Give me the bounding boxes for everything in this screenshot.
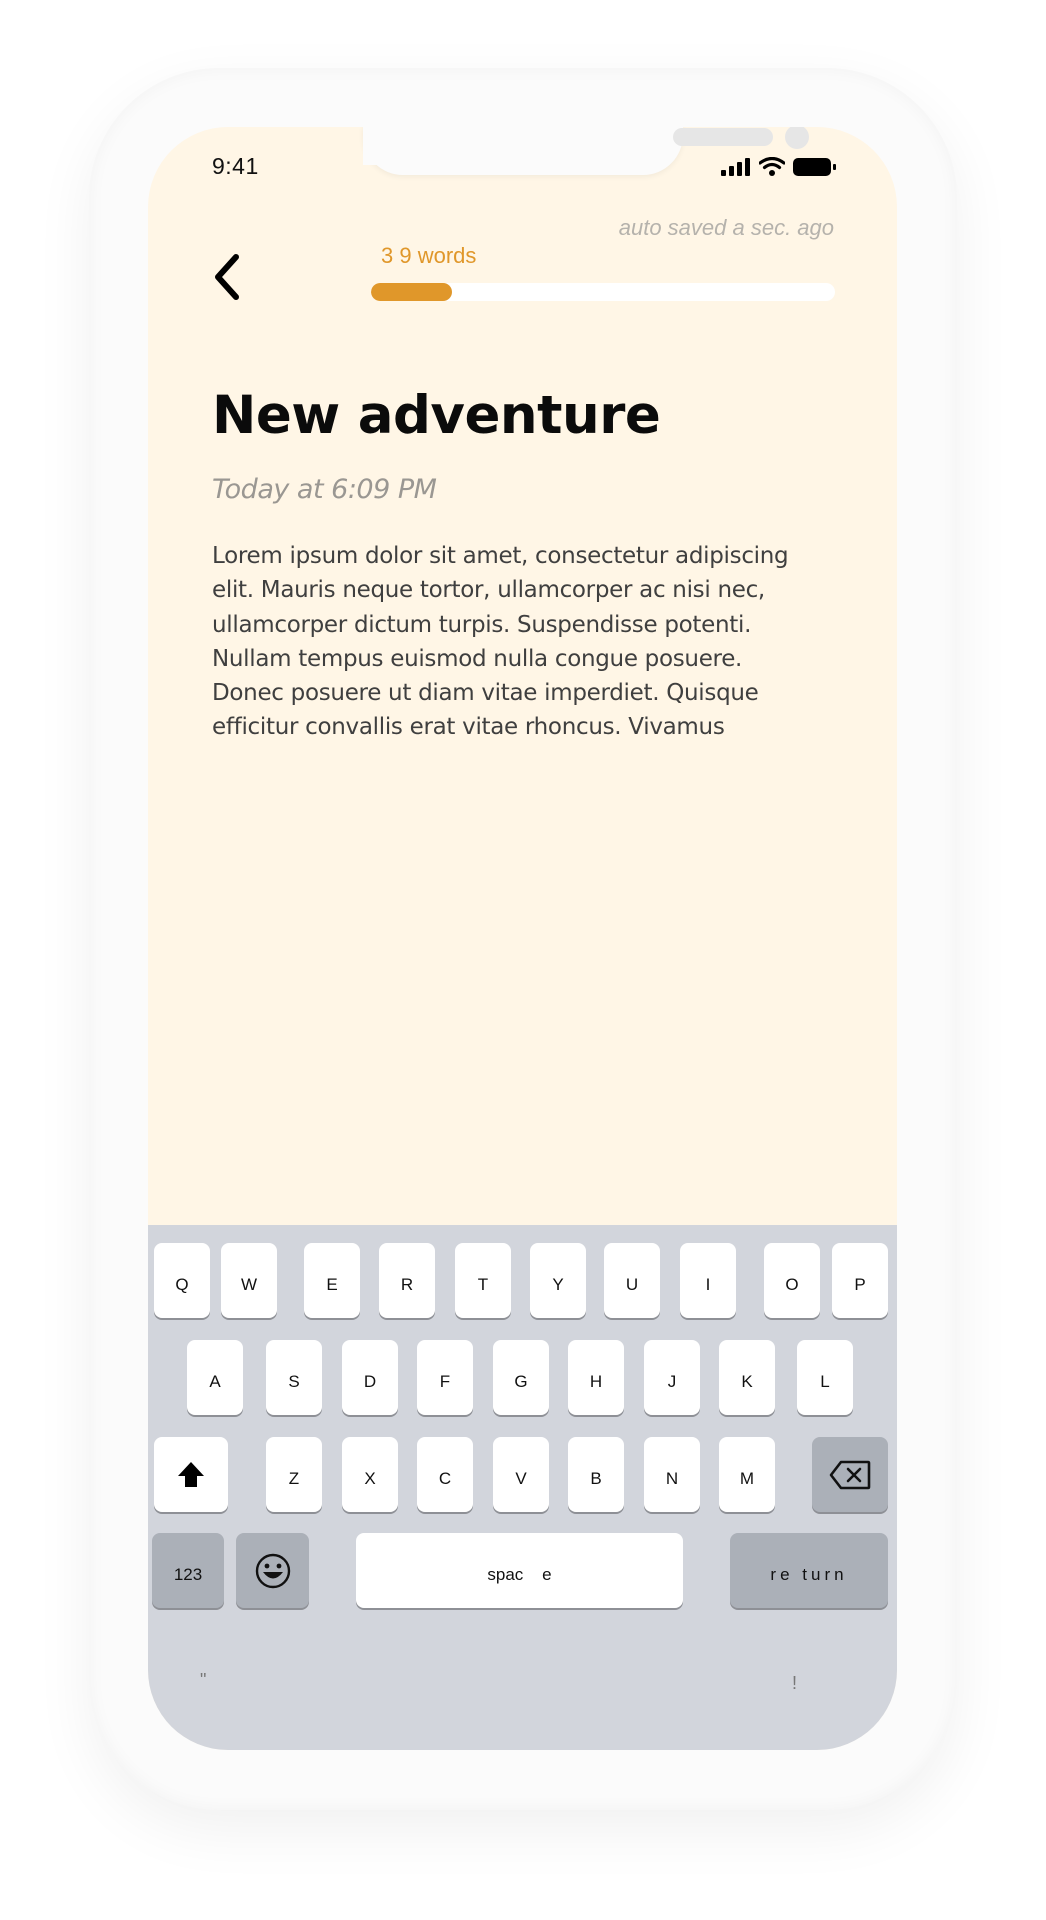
key-q[interactable]: Q	[154, 1243, 210, 1318]
body-line: ullamcorper dictum turpis. Suspendisse p…	[212, 611, 752, 638]
key-b[interactable]: B	[568, 1437, 624, 1512]
key-o[interactable]: O	[764, 1243, 820, 1318]
key-l[interactable]: L	[797, 1340, 853, 1415]
return-key[interactable]: re turn	[730, 1533, 888, 1608]
key-e[interactable]: E	[304, 1243, 360, 1318]
body-line: Lorem ipsum dolor sit amet, consectetur …	[212, 543, 789, 569]
body-line: efficitur convallis erat vitae rhoncus. …	[212, 714, 725, 741]
shift-key[interactable]	[154, 1437, 228, 1512]
camera	[785, 127, 809, 149]
key-j[interactable]: J	[644, 1340, 700, 1415]
dictation-hint-left: "	[200, 1670, 207, 1690]
key-g[interactable]: G	[493, 1340, 549, 1415]
autosave-status: auto saved a sec. ago	[618, 215, 834, 240]
status-icons	[721, 157, 837, 177]
key-p[interactable]: P	[832, 1243, 888, 1318]
key-y[interactable]: Y	[530, 1243, 586, 1318]
key-d[interactable]: D	[342, 1340, 398, 1415]
wifi-icon	[759, 157, 785, 176]
key-t[interactable]: T	[455, 1243, 511, 1318]
cellular-signal-icon	[721, 158, 750, 176]
phone-screen: 9:41 auto saved a sec. ago 3 9 words New…	[148, 127, 897, 1750]
key-a[interactable]: A	[187, 1340, 243, 1415]
body-line: Nullam tempus euismod nulla congue posue…	[212, 645, 743, 672]
key-u[interactable]: U	[604, 1243, 660, 1318]
key-i[interactable]: I	[680, 1243, 736, 1318]
key-w[interactable]: W	[221, 1243, 277, 1318]
word-count: 3 9 words	[381, 243, 477, 268]
key-s[interactable]: S	[266, 1340, 322, 1415]
key-k[interactable]: K	[719, 1340, 775, 1415]
key-f[interactable]: F	[417, 1340, 473, 1415]
back-button[interactable]	[210, 253, 244, 301]
key-m[interactable]: M	[719, 1437, 775, 1512]
dictation-hint-right: !	[792, 1673, 798, 1693]
key-x[interactable]: X	[342, 1437, 398, 1512]
word-goal-progress	[371, 283, 835, 301]
entry-date: Today at 6:09 PM	[212, 474, 437, 505]
speaker	[673, 128, 773, 146]
space-key[interactable]: spac e	[356, 1533, 683, 1608]
progress-fill	[371, 283, 453, 301]
body-line: elit. Mauris neque tortor, ullamcorper a…	[212, 577, 765, 604]
body-line: Donec posuere ut diam vitae imperdiet. Q…	[212, 680, 759, 707]
chevron-left-icon	[215, 254, 239, 300]
battery-icon	[793, 158, 836, 176]
key-n[interactable]: N	[644, 1437, 700, 1512]
key-r[interactable]: R	[379, 1243, 435, 1318]
entry-body[interactable]: Lorem ipsum dolor sit amet, consectetur …	[212, 539, 832, 745]
key-h[interactable]: H	[568, 1340, 624, 1415]
shift-arrow-icon	[178, 1461, 204, 1487]
numbers-key[interactable]: 123	[152, 1533, 224, 1608]
notch	[363, 127, 809, 175]
emoji-key[interactable]	[236, 1533, 309, 1608]
key-z[interactable]: Z	[266, 1437, 322, 1512]
key-v[interactable]: V	[493, 1437, 549, 1512]
delete-key[interactable]	[812, 1437, 888, 1512]
key-c[interactable]: C	[417, 1437, 473, 1512]
status-time: 9:41	[212, 153, 259, 179]
backspace-icon	[829, 1460, 871, 1489]
keyboard: Q W E R T Y U I O P A S D F G H J K L Z …	[148, 1225, 897, 1750]
entry-title[interactable]: New adventure	[212, 385, 661, 446]
emoji-smile-icon	[255, 1553, 290, 1588]
